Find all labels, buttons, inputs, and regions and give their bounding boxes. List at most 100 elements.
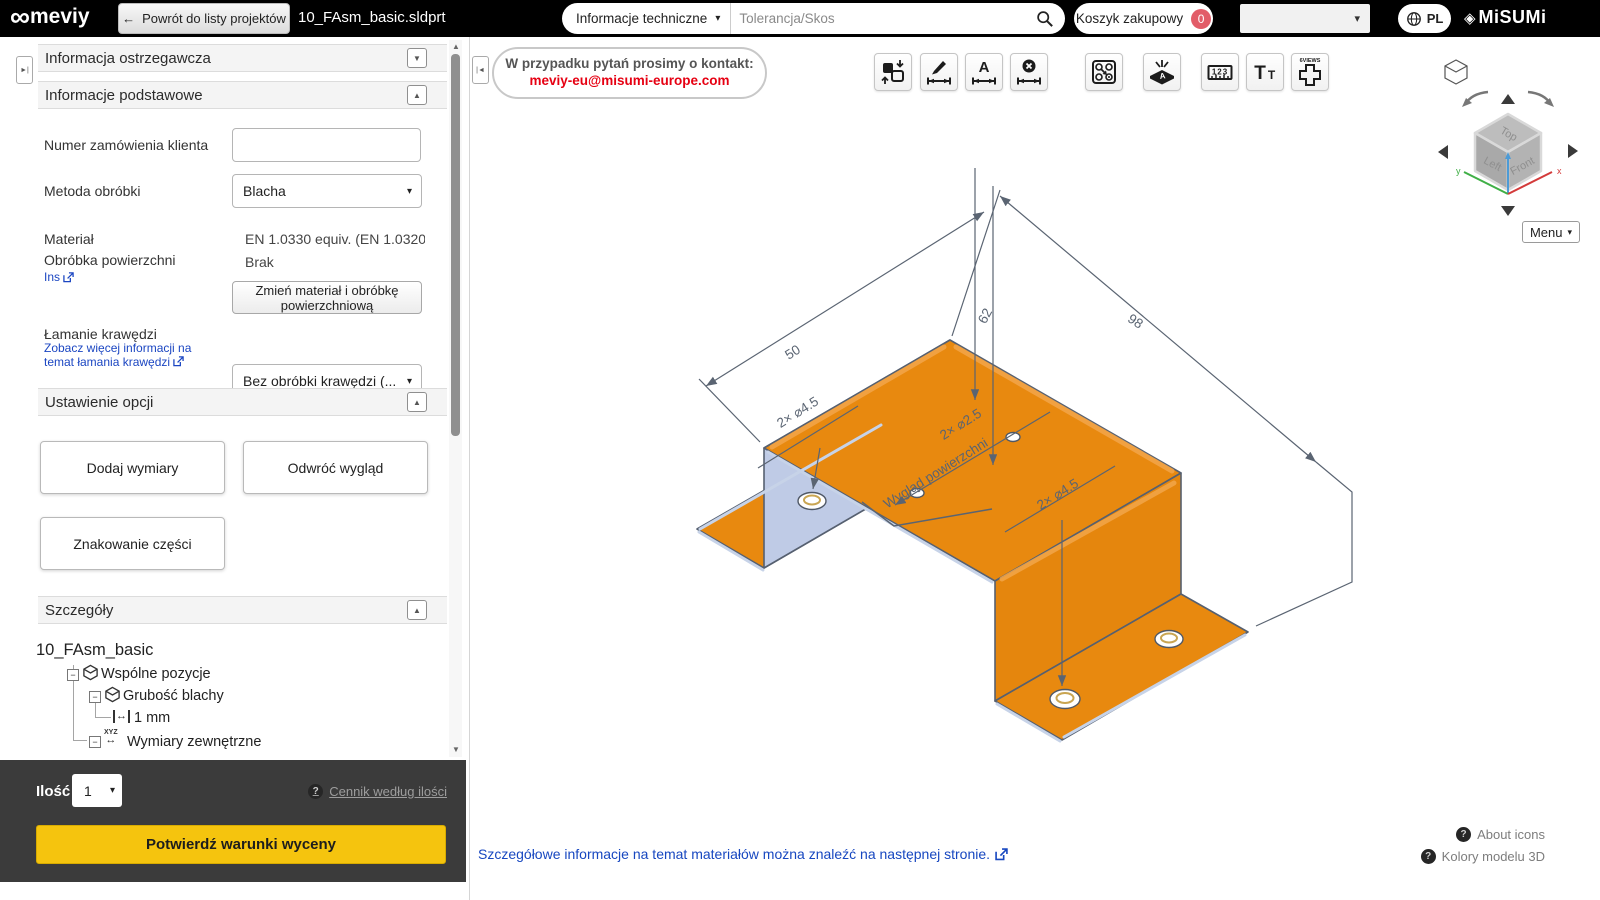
search-icon[interactable]	[1036, 10, 1053, 27]
part-marking-label: Znakowanie części	[73, 536, 191, 552]
rotate-down-arrow[interactable]	[1501, 206, 1515, 216]
search-category-dropdown[interactable]: Informacje techniczne ▾	[562, 3, 731, 34]
meviy-logo[interactable]: ∞ meviy	[10, 2, 90, 32]
basic-section-toggle[interactable]: ▲	[407, 85, 427, 105]
project-select-dropdown[interactable]: ▾	[1240, 4, 1370, 33]
isometric-view-icon[interactable]	[1445, 60, 1467, 84]
quantity-value: 1	[84, 783, 92, 799]
rotate-up-arrow[interactable]	[1501, 94, 1515, 104]
model-colors-link[interactable]: ? Kolory modelu 3D	[1421, 849, 1545, 864]
shopping-cart-button[interactable]: Koszyk zakupowy 0	[1074, 3, 1213, 34]
sidebar-scrollbar-thumb[interactable]	[451, 54, 460, 436]
tree-connector	[95, 701, 96, 718]
tree-connector	[73, 740, 87, 741]
replace-shape-icon	[879, 58, 907, 86]
material-label: Materiał	[44, 231, 94, 247]
measurement-button[interactable]: 123	[1201, 53, 1239, 91]
chevron-down-icon: ▾	[407, 376, 412, 387]
marking-icon: A	[1148, 58, 1176, 86]
rotate-left-step-arrow[interactable]	[1438, 145, 1448, 159]
dim-width-label: 50	[782, 342, 803, 363]
marking-button[interactable]: A	[1143, 53, 1181, 91]
section-header-warning: Informacja ostrzegawcza	[38, 44, 447, 72]
cube-icon	[104, 686, 121, 703]
panel-expand-handle[interactable]: ►|	[16, 56, 33, 84]
collapse-left-icon: |◄	[476, 67, 485, 74]
tree-item-thickness-value[interactable]: 1 mm	[134, 710, 170, 726]
tree-expander[interactable]: −	[67, 669, 79, 681]
misumi-logo-text: MiSUMi	[1479, 7, 1547, 28]
collapse-right-icon: ►|	[20, 67, 29, 74]
details-section-toggle[interactable]: ▲	[407, 600, 427, 620]
processing-method-value: Blacha	[243, 183, 286, 199]
invert-appearance-button[interactable]: Odwróć wygląd	[243, 441, 428, 494]
order-number-label: Numer zamówienia klienta	[44, 137, 208, 153]
about-icons-link[interactable]: ? About icons	[1456, 827, 1545, 842]
hole-settings-button[interactable]	[1085, 53, 1123, 91]
ins-link-label: Ins	[44, 270, 60, 284]
confirm-quote-button[interactable]: Potwierdź warunki wyceny	[36, 825, 446, 864]
pricing-by-quantity-link[interactable]: ? Cennik według ilości	[308, 784, 447, 799]
material-value: EN 1.0330 equiv. (EN 1.0320...	[245, 231, 425, 247]
caret-up-icon: ▲	[413, 606, 421, 615]
change-material-button-label: Zmień materiał i obróbkę powierzchniową	[247, 283, 407, 313]
xyz-dimensions-icon: XYZ↔	[104, 729, 118, 745]
confirm-quote-label: Potwierdź warunki wyceny	[146, 836, 336, 853]
warning-section-toggle[interactable]: ▼	[407, 48, 427, 68]
misumi-logo: ◈ MiSUMi	[1464, 7, 1547, 28]
delete-dimension-button[interactable]	[1010, 53, 1048, 91]
text-size-button[interactable]: T T	[1246, 53, 1284, 91]
contact-line: W przypadku pytań prosimy o kontakt:	[494, 56, 765, 71]
edit-dimension-button[interactable]	[920, 53, 958, 91]
chevron-down-icon: ▾	[715, 13, 720, 24]
quote-footer-panel: Ilość 1 ▾ ? Cennik według ilości Potwier…	[0, 760, 466, 882]
external-link-icon	[173, 356, 184, 367]
svg-text:123: 123	[1212, 68, 1228, 77]
view-cube-widget[interactable]: Top Left Front y x	[1400, 48, 1585, 220]
part-marking-button[interactable]: Znakowanie części	[40, 517, 225, 570]
edge-break-info-link[interactable]: Zobacz więcej informacji na temat łamani…	[44, 341, 191, 369]
material-details-link[interactable]: Szczegółowe informacje na temat materiał…	[478, 846, 1008, 862]
tree-expander[interactable]: −	[89, 736, 101, 748]
ins-link[interactable]: Ins	[44, 270, 74, 284]
tree-item-common-positions[interactable]: Wspólne pozycje	[101, 666, 211, 682]
edge-break-label: Łamanie krawędzi	[44, 326, 157, 342]
contact-email-link[interactable]: meviy-eu@misumi-europe.com	[494, 73, 765, 88]
search-bar: Informacje techniczne ▾	[562, 3, 1065, 34]
processing-method-select[interactable]: Blacha ▾	[232, 174, 422, 208]
svg-text:T: T	[1254, 63, 1266, 84]
scroll-down-icon[interactable]: ▼	[452, 745, 460, 754]
viewer-canvas[interactable]: 50 98 62 2× ⌀4.5 2× ⌀2.5 Wygląd powierzc…	[470, 100, 1390, 800]
back-to-projects-button[interactable]: ← Powrót do listy projektów	[118, 3, 290, 34]
language-label: PL	[1427, 11, 1444, 26]
about-icons-label: About icons	[1477, 827, 1545, 842]
tree-root-item[interactable]: 10_FAsm_basic	[36, 641, 153, 660]
cube-icon	[82, 664, 99, 681]
viewcube-menu-button[interactable]: Menu ▾	[1522, 221, 1580, 243]
tree-item-sheet-thickness[interactable]: Grubość blachy	[123, 688, 224, 704]
quantity-select[interactable]: 1 ▾	[72, 774, 122, 807]
tree-item-outer-dimensions[interactable]: Wymiary zewnętrzne	[127, 734, 261, 750]
rotate-right-step-arrow[interactable]	[1568, 144, 1578, 158]
svg-text:T: T	[1268, 68, 1276, 82]
change-material-button[interactable]: Zmień materiał i obróbkę powierzchniową	[232, 281, 422, 314]
options-header-label: Ustawienie opcji	[45, 394, 153, 411]
order-number-input[interactable]	[232, 128, 421, 162]
replace-shape-button[interactable]	[874, 53, 912, 91]
dim-height-label: 62	[975, 306, 995, 326]
tree-expander[interactable]: −	[89, 691, 101, 703]
meviy-app: ∞ meviy ← Powrót do listy projektów 10_F…	[0, 0, 1600, 900]
back-arrow-icon: ←	[122, 11, 135, 26]
basic-header-label: Informacje podstawowe	[45, 87, 203, 104]
caret-up-icon: ▲	[413, 398, 421, 407]
options-section-toggle[interactable]: ▲	[407, 392, 427, 412]
six-views-button[interactable]: 6VIEWS	[1291, 53, 1329, 91]
scroll-up-icon[interactable]: ▲	[452, 42, 460, 51]
panel-collapse-handle[interactable]: |◄	[472, 56, 489, 84]
processing-method-label: Metoda obróbki	[44, 183, 141, 199]
text-dimension-button[interactable]: A	[965, 53, 1003, 91]
add-dimensions-button[interactable]: Dodaj wymiary	[40, 441, 225, 494]
minus-icon: −	[70, 670, 75, 680]
search-input[interactable]	[731, 11, 1036, 26]
language-selector[interactable]: PL	[1398, 4, 1451, 33]
